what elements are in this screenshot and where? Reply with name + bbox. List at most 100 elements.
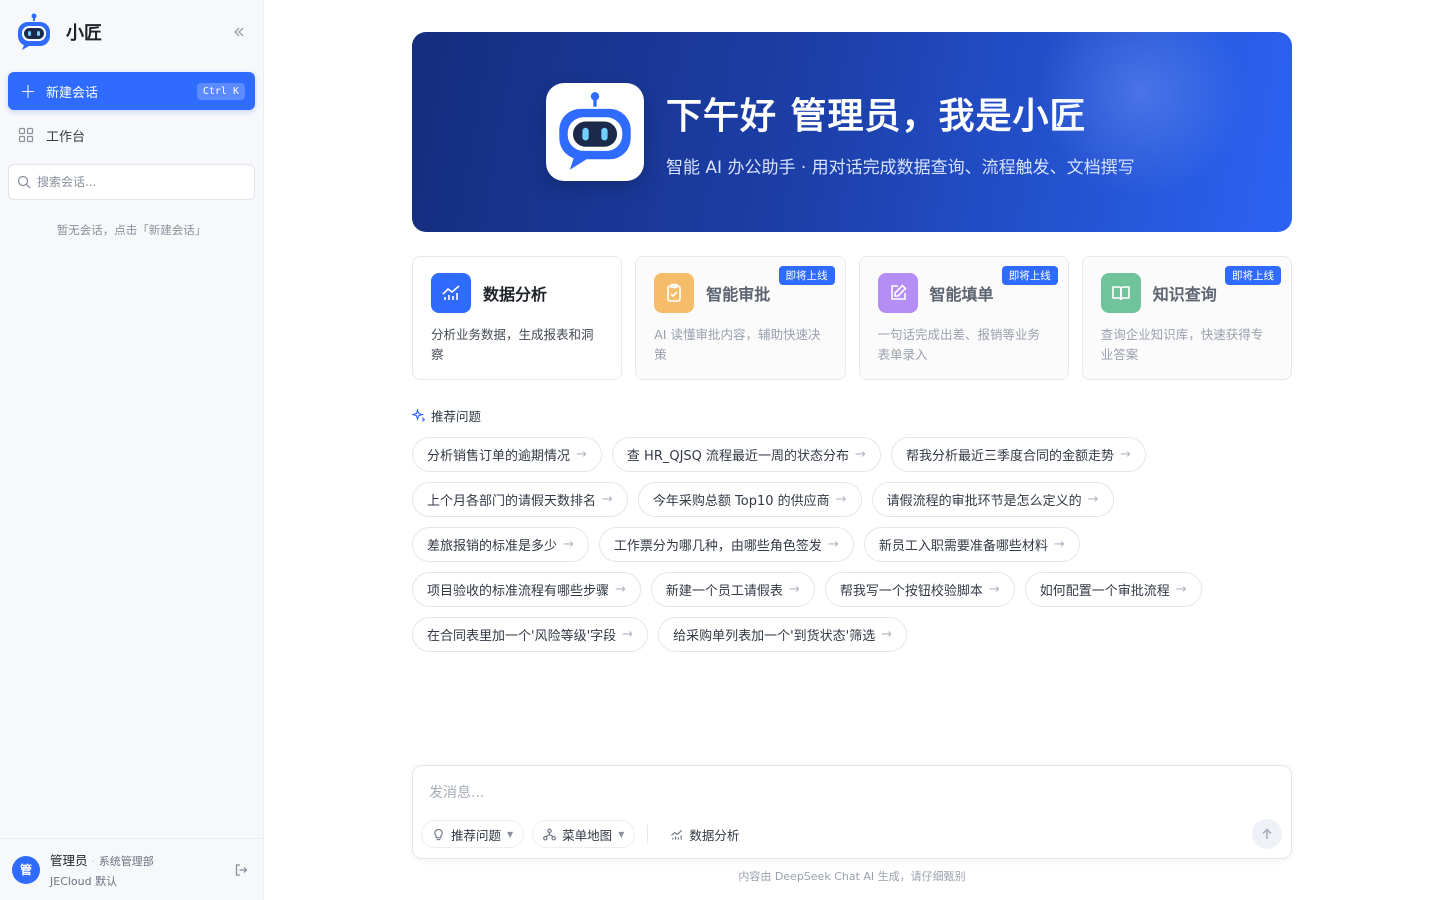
sitemap-icon [543,828,557,841]
chip-label: 项目验收的标准流程有哪些步骤 [427,584,610,599]
brand: 小匠 [0,0,263,64]
chip-label: 帮我写一个按钮校验脚本 [839,584,983,599]
composer-toolbar: 推荐问题 ▼ 菜单地图 ▼ 数据分析 [421,820,749,848]
suggestion-chip[interactable]: 请假流程的审批环节是怎么定义的 → [871,482,1114,517]
caret-down-icon: ▼ [618,829,625,839]
arrow-right-icon: → [788,582,800,597]
chip-label: 新员工入职需要准备哪些材料 [878,539,1048,554]
user-bar: 管 管理员 · 系统管理部 JECloud 默认 [0,838,263,900]
separator-dot: · [91,857,95,868]
welcome-title: 下午好 管理员，我是小匠 [666,95,1087,137]
arrow-right-icon: → [855,447,866,462]
arrow-right-icon: → [881,627,893,642]
arrow-up-icon [1262,828,1272,839]
welcome-subtitle: 智能 AI 办公助手 · 用对话完成数据查询、流程触发、文档撰写 [666,157,1135,178]
coming-soon-badge: 即将上线 [1225,266,1281,285]
new-chat-button[interactable]: + 新建会话 Ctrl K [8,72,255,110]
chip-label: 查 HR_QJSQ 流程最近一周的状态分布 [626,449,850,464]
suggestion-chip[interactable]: 帮我分析最近三季度合同的金额走势 → [890,437,1146,472]
card-description: 一句话完成出差、报销等业务表单录入 [877,327,1041,362]
data-analysis-tool[interactable]: 数据分析 [660,820,749,848]
coming-soon-badge: 即将上线 [1001,266,1058,285]
suggestion-chip[interactable]: 查 HR_QJSQ 流程最近一周的状态分布 → [611,437,881,472]
chip-label: 新建一个员工请假表 [665,584,783,599]
search-box[interactable] [8,164,255,200]
collapse-sidebar-icon[interactable] [229,22,249,42]
suggested-questions: 分析销售订单的逾期情况 → 查 HR_QJSQ 流程最近一周的状态分布 → 帮我分析… [412,437,1292,652]
sidebar-item-label: 工作台 [46,129,86,145]
chart-icon [670,828,683,841]
sidebar: 小匠 + 新建会话 Ctrl K 工作台 暂无会话，点击「新建会话」 管 [0,0,264,900]
user-organization: JECloud 默认 [50,875,118,888]
clipboard-check-icon [654,273,695,313]
feature-card-smart-approval[interactable]: 即将上线 智能审批 AI 读懂审批内容，辅助快速决策 [635,256,846,380]
chip-label: 差旅报销的标准是多少 [427,539,558,554]
message-composer: 推荐问题 ▼ 菜单地图 ▼ 数据分析 [412,765,1292,859]
search-input[interactable] [37,175,237,189]
suggestion-chip[interactable]: 新建一个员工请假表 → [650,572,815,607]
logout-icon[interactable] [231,860,251,880]
feature-card-knowledge-query[interactable]: 即将上线 知识查询 查询企业知识库，快速获得专业答案 [1081,256,1292,380]
chip-label: 分析销售订单的逾期情况 [427,449,571,464]
menu-map-dropdown[interactable]: 菜单地图 ▼ [532,820,636,848]
book-icon [1100,273,1141,313]
feature-card-smart-form[interactable]: 即将上线 智能填单 一句话完成出差、报销等业务表单录入 [858,256,1069,380]
suggestion-chip[interactable]: 在合同表里加一个'风险等级'字段 → [412,617,649,652]
suggestion-chip[interactable]: 今年采购总额 Top10 的供应商 → [637,482,862,517]
suggestion-chip[interactable]: 新员工入职需要准备哪些材料 → [863,527,1080,562]
arrow-right-icon: → [1119,447,1131,462]
search-icon [17,175,31,189]
brand-name: 小匠 [66,23,102,44]
robot-logo-icon [546,83,644,181]
plus-icon: + [19,79,37,103]
coming-soon-badge: 即将上线 [778,266,835,285]
send-button[interactable] [1252,819,1282,849]
arrow-right-icon: → [622,627,634,642]
avatar[interactable]: 管 [12,855,40,884]
arrow-right-icon: → [835,492,847,507]
arrow-right-icon: → [1087,492,1099,507]
card-title: 智能审批 [706,285,771,304]
arrow-right-icon: → [563,537,574,552]
recommend-questions-dropdown[interactable]: 推荐问题 ▼ [421,820,525,848]
sparkle-icon [412,409,425,422]
chip-label: 上个月各部门的请假天数排名 [427,494,597,509]
recommend-title: 推荐问题 [431,409,482,424]
user-info: 管理员 · 系统管理部 JECloud 默认 [50,850,231,889]
card-description: 分析业务数据，生成报表和洞察 [431,327,594,362]
welcome-banner: 下午好 管理员，我是小匠 智能 AI 办公助手 · 用对话完成数据查询、流程触发… [412,32,1292,232]
chip-label: 今年采购总额 Top10 的供应商 [652,494,830,509]
user-name: 管理员 [50,853,88,868]
chip-label: 给采购单列表加一个'到货状态'筛选 [673,629,876,644]
tool-label: 推荐问题 [451,827,502,843]
feature-cards: 数据分析 分析业务数据，生成报表和洞察 即将上线 智能审批 AI 读懂审批内容，… [412,256,1292,380]
arrow-right-icon: → [576,447,587,462]
ai-disclaimer: 内容由 DeepSeek Chat AI 生成，请仔细甄别 [738,870,966,883]
message-input[interactable] [429,782,1249,808]
suggestion-chip[interactable]: 给采购单列表加一个'到货状态'筛选 → [658,617,908,652]
chip-label: 请假流程的审批环节是怎么定义的 [886,494,1082,509]
tool-label: 数据分析 [689,827,740,843]
suggestion-chip[interactable]: 帮我写一个按钮校验脚本 → [824,572,1015,607]
feature-card-data-analysis[interactable]: 数据分析 分析业务数据，生成报表和洞察 [412,256,623,380]
chip-label: 工作票分为哪几种，由哪些角色签发 [613,539,822,554]
suggestion-chip[interactable]: 上个月各部门的请假天数排名 → [412,482,628,517]
card-description: AI 读懂审批内容，辅助快速决策 [654,327,821,362]
arrow-right-icon: → [1053,537,1065,552]
robot-logo-icon [14,12,54,52]
card-title: 智能填单 [929,285,994,304]
sidebar-item-workbench[interactable]: 工作台 [8,116,255,154]
card-title: 知识查询 [1152,285,1217,304]
suggestion-chip[interactable]: 项目验收的标准流程有哪些步骤 → [412,572,641,607]
suggestion-chip[interactable]: 分析销售订单的逾期情况 → [412,437,602,472]
suggestion-chip[interactable]: 差旅报销的标准是多少 → [412,527,589,562]
suggestion-chip[interactable]: 如何配置一个审批流程 → [1024,572,1202,607]
chip-label: 如何配置一个审批流程 [1039,584,1170,599]
new-chat-label: 新建会话 [46,85,99,101]
arrow-right-icon: → [827,537,839,552]
user-department: 系统管理部 [98,855,154,868]
grid-icon [18,127,36,143]
suggestion-chip[interactable]: 工作票分为哪几种，由哪些角色签发 → [598,527,854,562]
arrow-right-icon: → [988,582,1000,597]
empty-conversations-tip: 暂无会话，点击「新建会话」 [56,223,207,237]
